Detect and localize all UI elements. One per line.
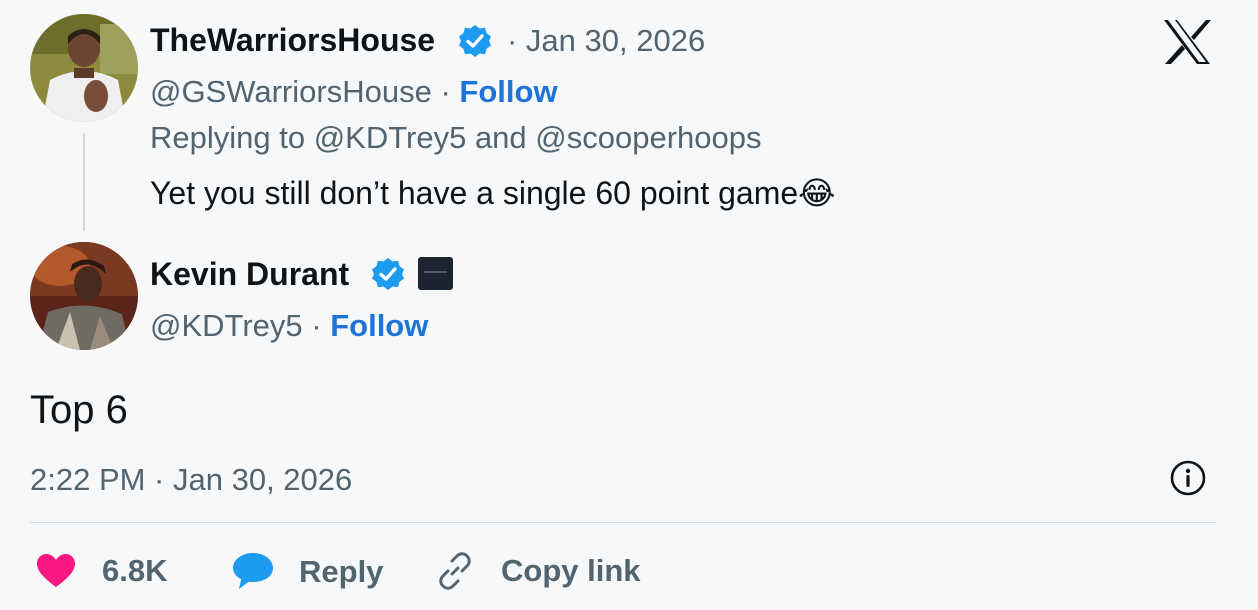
info-icon[interactable] [1169,459,1207,497]
link-icon[interactable] [435,551,475,591]
avatar-kevin-durant[interactable] [30,242,138,350]
display-name-kevin-durant[interactable]: Kevin Durant [150,254,349,294]
handle-line-kevin-durant: @KDTrey5 · Follow [150,306,428,346]
divider [30,522,1216,523]
thread-connector-line [83,133,85,231]
follow-button-warriorshouse[interactable]: Follow [459,74,557,109]
main-tweet-text: Top 6 [30,388,128,432]
replying-to-text[interactable]: Replying to @KDTrey5 and @scooperhoops [150,118,762,158]
handle-line-warriorshouse: @GSWarriorsHouse · Follow [150,72,558,112]
x-logo-icon[interactable] [1162,18,1212,66]
copy-link-button[interactable]: Copy link [501,551,641,591]
reply-button[interactable]: Reply [299,552,383,592]
tweet-timestamp[interactable]: 2:22 PM · Jan 30, 2026 [30,460,352,500]
tweet-embed-card: TheWarriorsHouse · Jan 30, 2026 @GSWarri… [0,0,1258,610]
avatar-warriorshouse[interactable] [30,14,138,122]
reply-date[interactable]: · Jan 30, 2026 [507,21,705,61]
verified-badge-icon [458,24,492,58]
handle-separator: · [311,308,322,343]
verified-badge-icon [371,257,405,291]
handle-warriorshouse[interactable]: @GSWarriorsHouse [150,74,432,109]
handle-separator: · [440,74,451,109]
handle-kevin-durant[interactable]: @KDTrey5 [150,308,303,343]
reply-tweet-text-line: Yet you still don’t have a single 60 poi… [150,173,836,213]
heart-icon[interactable] [36,553,76,589]
follow-button-kevin-durant[interactable]: Follow [330,308,428,343]
affiliate-badge-icon[interactable] [418,257,453,290]
speech-bubble-icon[interactable] [231,551,275,591]
reply-tweet-text: Yet you still don’t have a single 60 poi… [150,175,799,211]
like-count[interactable]: 6.8K [102,551,167,591]
display-name-warriorshouse[interactable]: TheWarriorsHouse [150,20,435,60]
tears-of-joy-emoji: 😂 [798,174,836,212]
